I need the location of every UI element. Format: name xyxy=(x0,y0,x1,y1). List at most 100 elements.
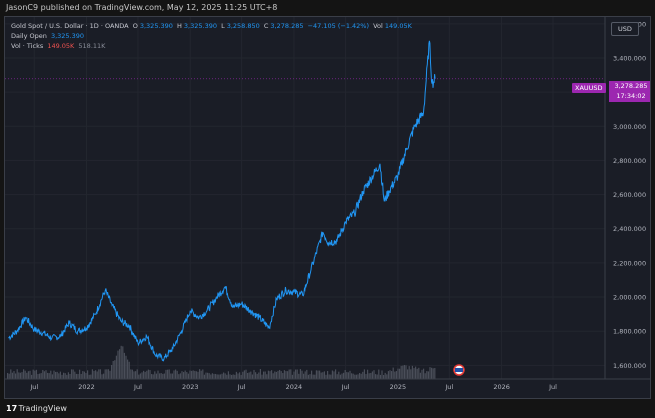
close-value: 3,278.285 xyxy=(270,22,304,30)
y-tick-label: 2,800.000 xyxy=(613,157,646,165)
volume-bar xyxy=(122,346,124,379)
volume-bar xyxy=(175,369,177,379)
volume-bar xyxy=(391,371,393,379)
symbol-tag: XAUUSD xyxy=(572,83,606,93)
last-price: 3,278.285 xyxy=(614,82,648,90)
volume-bar xyxy=(79,369,81,379)
volume-bar xyxy=(368,373,370,379)
volume-bar xyxy=(34,370,36,379)
volume-bar xyxy=(224,373,226,379)
volume-bar xyxy=(287,371,289,379)
event-flag-icon[interactable] xyxy=(453,364,465,376)
volume-bar xyxy=(131,369,133,379)
volume-bar xyxy=(395,371,397,379)
volume-bar xyxy=(160,373,162,379)
volume-bar xyxy=(218,374,220,379)
volume-bar xyxy=(11,372,13,379)
legend-volume-row[interactable]: Vol · Ticks 149.05K 518.11K xyxy=(11,41,414,51)
tradingview-logo-icon[interactable]: 17 xyxy=(6,399,17,418)
y-axis-ticks: 1,600.000 1,800.000 2,000.000 2,200.000 2,40… xyxy=(613,20,646,370)
volume-bar xyxy=(379,374,381,379)
chart-frame[interactable]: 1,600.000 1,800.000 2,000.000 2,200.000 2,40… xyxy=(4,16,651,399)
volume-bar xyxy=(24,370,26,379)
y-tick-label: 2,200.000 xyxy=(613,259,646,267)
volume-bar xyxy=(325,374,327,379)
currency-badge[interactable]: USD xyxy=(611,22,639,36)
volume-bar xyxy=(392,367,394,379)
volume-bar xyxy=(39,373,41,379)
volume-bar xyxy=(250,371,252,379)
volume-bar xyxy=(58,373,60,379)
volume-bar xyxy=(101,374,103,379)
volume-bar xyxy=(386,374,388,379)
volume-bar xyxy=(399,368,401,379)
volume-bar xyxy=(115,355,117,379)
legend-daily-open-row[interactable]: Daily Open 3,325.390 xyxy=(11,31,414,41)
volume-bar xyxy=(259,369,261,379)
volume-bar xyxy=(31,374,33,379)
vol-value: 149.05K xyxy=(384,22,412,30)
volume-bar xyxy=(251,374,253,379)
volume-bar xyxy=(27,371,29,379)
volume-bar xyxy=(104,369,106,379)
volume-bar xyxy=(181,371,183,379)
volume-bar xyxy=(48,373,50,379)
volume-bar xyxy=(405,365,407,379)
footer-brand[interactable]: TradingView xyxy=(19,404,67,413)
volume-bar xyxy=(239,372,241,379)
volume-bar xyxy=(120,345,122,379)
volume-bar xyxy=(13,371,15,379)
volume-bar xyxy=(168,369,170,379)
volume-bar xyxy=(402,365,404,379)
volume-bar xyxy=(143,370,145,379)
volume-bar xyxy=(99,369,101,379)
volume-bar xyxy=(128,361,130,379)
volume-bar xyxy=(50,370,52,379)
volume-bar xyxy=(173,370,175,379)
volume-bar xyxy=(136,369,138,379)
volume-bar xyxy=(269,371,271,379)
volume-bar xyxy=(232,374,234,379)
volume-bar xyxy=(240,374,242,379)
volume-bar xyxy=(362,371,364,379)
volume-bar xyxy=(195,371,197,379)
volume-bar xyxy=(301,370,303,379)
volume-bar xyxy=(47,372,49,379)
volume-bar xyxy=(267,370,269,379)
volume-bar xyxy=(331,370,333,379)
volume-bar xyxy=(85,373,87,379)
volume-bar xyxy=(413,368,415,379)
volume-bar xyxy=(95,370,97,379)
volume-bar xyxy=(328,374,330,379)
volume-bar xyxy=(376,374,378,379)
volume-bar xyxy=(322,372,324,379)
volume-bar xyxy=(266,374,268,379)
volume-bar xyxy=(307,374,309,379)
price-chart[interactable]: 1,600.000 1,800.000 2,000.000 2,200.000 2,40… xyxy=(5,17,650,398)
vol-label: Vol xyxy=(373,22,383,30)
volume-bar xyxy=(90,374,92,379)
close-label: C xyxy=(263,22,269,30)
y-tick-label: 2,000.000 xyxy=(613,294,646,302)
volume-bar xyxy=(288,369,290,379)
volume-bar xyxy=(231,374,233,379)
y-tick-label: 2,400.000 xyxy=(613,225,646,233)
price-line xyxy=(8,40,436,362)
volume-bar xyxy=(207,372,209,379)
volume-bar xyxy=(344,369,346,379)
volume-bar xyxy=(42,369,44,379)
volume-bar xyxy=(275,371,277,379)
volume-bar xyxy=(336,374,338,379)
volume-bar xyxy=(155,373,157,379)
volume-bar xyxy=(88,374,90,379)
volume-bar xyxy=(80,373,82,379)
volume-bar xyxy=(387,371,389,379)
volume-bar xyxy=(219,374,221,379)
volume-bar xyxy=(183,372,185,379)
volume-bar xyxy=(53,370,55,379)
vol-ticks-label: Vol · Ticks xyxy=(11,42,44,50)
publisher-text: JasonC9 published on TradingView.com, Ma… xyxy=(6,3,278,12)
volume-bar xyxy=(306,369,308,379)
volume-bar xyxy=(403,364,405,379)
volume-bar xyxy=(373,370,375,379)
